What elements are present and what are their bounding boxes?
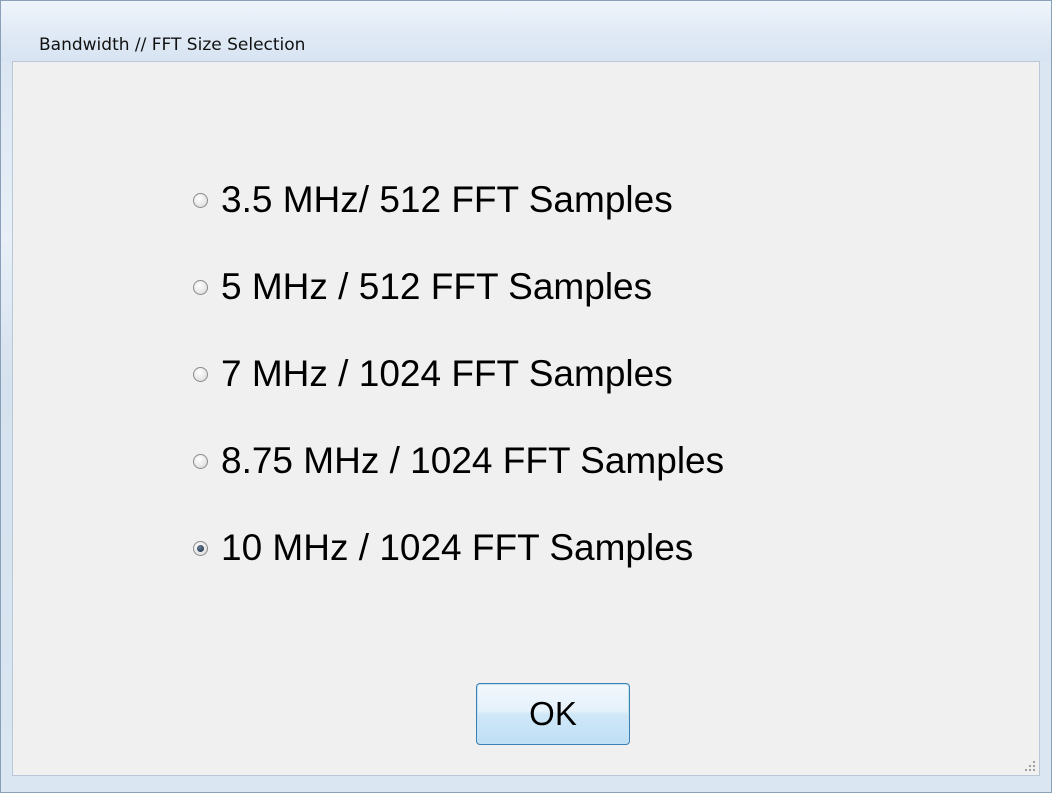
resize-grip-icon[interactable] <box>1021 757 1035 771</box>
radio-option-label[interactable]: 3.5 MHz/ 512 FFT Samples <box>221 179 673 221</box>
radio-option-5-mhz[interactable]: 5 MHz / 512 FFT Samples <box>193 257 652 317</box>
dialog-window: Bandwidth // FFT Size Selection 3.5 MHz/… <box>0 0 1052 793</box>
window-frame-right <box>1040 61 1051 776</box>
radio-option-3-5-mhz[interactable]: 3.5 MHz/ 512 FFT Samples <box>193 170 673 230</box>
window-frame-bottom <box>1 775 1051 793</box>
dialog-client-area: 3.5 MHz/ 512 FFT Samples 5 MHz / 512 FFT… <box>12 61 1040 776</box>
radio-option-label[interactable]: 7 MHz / 1024 FFT Samples <box>221 353 673 395</box>
radio-option-label[interactable]: 8.75 MHz / 1024 FFT Samples <box>221 440 724 482</box>
radio-button-icon[interactable] <box>193 366 208 382</box>
radio-button-icon[interactable] <box>193 540 208 556</box>
window-title: Bandwidth // FFT Size Selection <box>39 35 306 55</box>
window-frame-left <box>1 61 12 776</box>
title-bar[interactable]: Bandwidth // FFT Size Selection <box>1 1 1051 61</box>
radio-option-label[interactable]: 5 MHz / 512 FFT Samples <box>221 266 652 308</box>
radio-button-icon[interactable] <box>193 192 208 208</box>
radio-option-7-mhz[interactable]: 7 MHz / 1024 FFT Samples <box>193 344 673 404</box>
radio-option-8-75-mhz[interactable]: 8.75 MHz / 1024 FFT Samples <box>193 431 724 491</box>
radio-button-icon[interactable] <box>193 279 208 295</box>
ok-button[interactable]: OK <box>476 683 630 745</box>
radio-option-label[interactable]: 10 MHz / 1024 FFT Samples <box>221 527 693 569</box>
radio-option-10-mhz[interactable]: 10 MHz / 1024 FFT Samples <box>193 518 693 578</box>
radio-button-icon[interactable] <box>193 453 208 469</box>
